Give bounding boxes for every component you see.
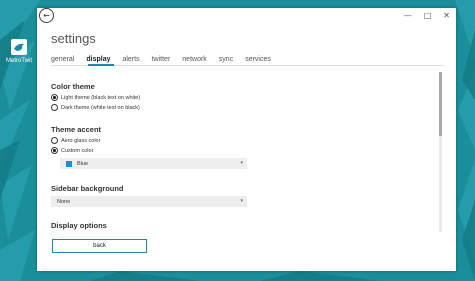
tab-alerts[interactable]: alerts [122,56,139,63]
radio-checked-icon[interactable] [51,94,58,101]
sidebar-background-heading: Sidebar background [51,184,124,193]
light-theme-label: Light theme (black text on white) [61,94,141,101]
maximize-button[interactable]: □ [424,11,432,20]
accent-color-select[interactable]: Blue ▾ [60,158,247,169]
settings-window: ← — □ ✕ settings general display alerts … [37,8,456,271]
sidebar-background-select[interactable]: None ▾ [51,196,247,207]
custom-color-option[interactable]: Custom color [51,147,93,154]
dark-theme-label: Dark theme (white text on black) [61,104,140,111]
vertical-scrollbar[interactable] [439,72,442,232]
sidebar-background-value: None [57,198,71,205]
chevron-down-icon: ▾ [240,160,243,166]
tab-services[interactable]: services [245,56,271,63]
custom-color-label: Custom color [61,147,94,154]
dark-theme-option[interactable]: Dark theme (white text on black) [51,104,140,111]
color-theme-heading: Color theme [51,82,95,91]
tab-network[interactable]: network [182,56,207,63]
desktop-icon-metrotwit[interactable]: MetroTwit [2,38,36,64]
page-title: settings [51,31,96,46]
scrollbar-thumb[interactable] [439,72,442,136]
settings-tabs: general display alerts twitter network s… [51,56,283,63]
display-options-heading: Display options [51,221,107,230]
back-arrow-icon[interactable]: ← [39,8,54,23]
tab-twitter[interactable]: twitter [152,56,171,63]
window-controls: — □ ✕ [404,11,450,20]
desktop-icon-label: MetroTwit [5,58,32,64]
accent-color-value: Blue [77,160,89,167]
aero-glass-option[interactable]: Aero glass color [51,137,100,144]
theme-accent-heading: Theme accent [51,125,102,134]
minimize-button[interactable]: — [404,11,412,20]
tab-general[interactable]: general [51,56,74,63]
radio-unchecked-icon[interactable] [51,137,58,144]
light-theme-option[interactable]: Light theme (black text on white) [51,94,140,101]
active-tab-indicator [88,64,114,66]
tab-sync[interactable]: sync [219,56,233,63]
settings-content: Color theme Light theme (black text on w… [51,70,446,232]
tab-display[interactable]: display [86,56,110,63]
chevron-down-icon: ▾ [240,198,243,204]
close-button[interactable]: ✕ [443,11,450,20]
aero-glass-label: Aero glass color [61,137,101,144]
radio-unchecked-icon[interactable] [51,104,58,111]
radio-checked-icon[interactable] [51,147,58,154]
back-button[interactable]: back [52,239,147,253]
metrotwit-bird-icon [10,38,28,56]
color-swatch [66,160,72,167]
